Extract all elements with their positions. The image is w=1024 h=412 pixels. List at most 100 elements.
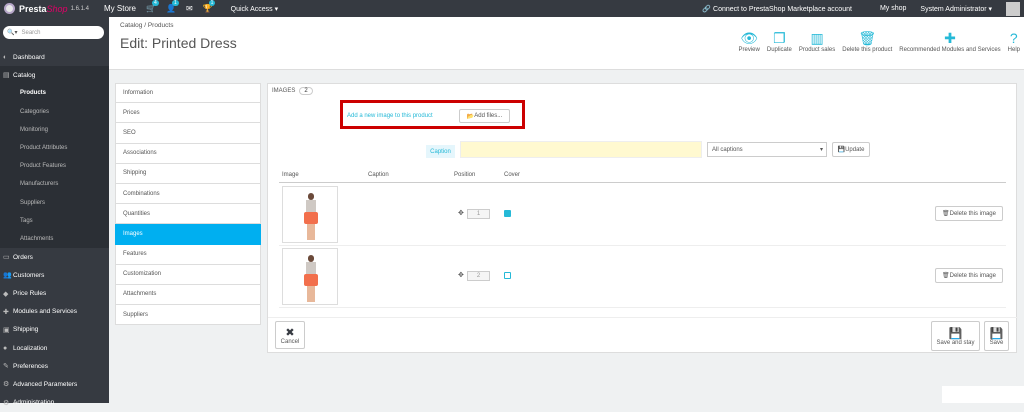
product-image-thumbnail[interactable] <box>282 186 338 243</box>
search-box[interactable]: 🔍▾ Search <box>3 26 104 39</box>
tab-images[interactable]: Images <box>115 224 261 245</box>
prestashop-logo[interactable]: PrestaShop 1.6.1.4 <box>4 3 104 14</box>
model-head <box>308 255 314 262</box>
sidebar-item-orders[interactable]: ▭ Orders <box>0 248 109 266</box>
search-input[interactable]: Search <box>21 30 40 36</box>
add-image-link[interactable]: Add a new image to this product <box>347 113 433 119</box>
drag-handle-icon[interactable]: ✥ <box>458 271 464 279</box>
col-cover: Cover <box>504 172 521 178</box>
admin-menu[interactable]: System Administrator ▾ <box>920 5 992 13</box>
cart-icon[interactable]: 🛒 4 <box>146 0 159 13</box>
sidebar-item-modules-and-services[interactable]: ✚ Modules and Services <box>0 303 109 321</box>
toolbar-help[interactable]: ? Help <box>1008 29 1020 53</box>
tab-shipping[interactable]: Shipping <box>115 163 261 184</box>
sidebar-item-label: Customers <box>13 271 45 279</box>
tab-seo[interactable]: SEO <box>115 123 261 144</box>
drag-handle-icon[interactable]: ✥ <box>458 209 464 217</box>
tab-information[interactable]: Information <box>115 83 261 104</box>
sidebar-item-advanced-parameters[interactable]: ⚙ Advanced Parameters <box>0 375 109 393</box>
save-and-stay-label: Save and stay <box>936 339 975 346</box>
sidebar-subitem-attachments[interactable]: Attachments <box>0 229 109 249</box>
orders-icon: ▭ <box>3 254 10 262</box>
caption-language-select[interactable]: All captions ▾ <box>707 142 827 157</box>
model-skirt <box>304 274 318 286</box>
cover-checkbox[interactable] <box>504 272 511 279</box>
panel-footer-divider <box>268 317 1018 318</box>
help-icon: ? <box>1009 30 1018 46</box>
tab-suppliers[interactable]: Suppliers <box>115 305 261 326</box>
sidebar-item-price-rules[interactable]: ◆ Price Rules <box>0 284 109 302</box>
customers-icon[interactable]: 👤 1 <box>166 0 179 13</box>
toolbar-duplicate[interactable]: ❐ Duplicate <box>767 29 792 53</box>
toolbar-recommended-modules-and-services[interactable]: ✚ Recommended Modules and Services <box>899 29 1000 53</box>
sidebar-subitem-categories[interactable]: Categories <box>0 102 109 121</box>
sidebar-subitem-product-features[interactable]: Product Features <box>0 157 109 176</box>
tab-combinations[interactable]: Combinations <box>115 183 261 205</box>
close-icon: ✖ <box>285 326 295 339</box>
sidebar-subitem-product-attributes[interactable]: Product Attributes <box>0 138 109 158</box>
delete-image-label: Delete this image <box>949 272 996 279</box>
search-icon: 🔍▾ <box>7 30 18 36</box>
model-top <box>306 262 316 274</box>
avatar[interactable] <box>1006 1 1020 16</box>
sidebar-item-dashboard[interactable]: ◐ Dashboard <box>0 48 109 66</box>
sidebar-item-label: Modules and Services <box>13 308 77 316</box>
tab-features[interactable]: Features <box>115 244 261 265</box>
toolbar-product-sales[interactable]: ▥ Product sales <box>799 29 835 53</box>
sidebar-item-label: Dashboard <box>13 53 45 61</box>
update-button[interactable]: 💾 Update <box>832 142 870 157</box>
my-shop-link[interactable]: My shop <box>880 5 906 12</box>
shipping-icon: ▣ <box>3 326 10 334</box>
tab-quantities[interactable]: Quantities <box>115 204 261 225</box>
model-head <box>308 193 314 200</box>
toolbar-preview[interactable]: 👁 Preview <box>739 29 760 53</box>
sidebar-subitem-manufacturers[interactable]: Manufacturers <box>0 175 109 194</box>
sidebar-item-localization[interactable]: ● Localization <box>0 339 109 357</box>
tab-prices[interactable]: Prices <box>115 103 261 124</box>
marketplace-link[interactable]: 🔗 Connect to PrestaShop Marketplace acco… <box>702 5 866 13</box>
sidebar-item-label: Price Rules <box>13 290 47 298</box>
save-button[interactable]: 💾 Save <box>984 321 1009 351</box>
sidebar-subitem-products[interactable]: Products <box>0 84 109 103</box>
col-position: Position <box>454 172 476 178</box>
version: 1.6.1.4 <box>70 5 89 12</box>
customers-badge: 1 <box>171 0 179 6</box>
trophy-icon[interactable]: 🏆 1 <box>203 0 216 13</box>
sidebar-item-preferences[interactable]: ✎ Preferences <box>0 357 109 375</box>
add-files-button[interactable]: 📂 Add files... <box>459 109 510 123</box>
tab-customization[interactable]: Customization <box>115 264 261 285</box>
sidebar-item-customers[interactable]: 👥 Customers <box>0 266 109 284</box>
toolbar-label: Help <box>1007 47 1020 53</box>
product-tabs: Information Prices SEO Associations Shipping… <box>115 83 261 326</box>
tab-attachments[interactable]: Attachments <box>115 284 261 306</box>
caption-input[interactable] <box>460 141 702 158</box>
toolbar-delete-this-product[interactable]: 🗑 Delete this product <box>842 29 892 53</box>
delete-image-button[interactable]: 🗑 Delete this image <box>935 206 1003 221</box>
save-icon: 💾 <box>837 147 846 153</box>
cover-checkbox[interactable] <box>504 210 511 217</box>
table-row: ✥ 2 🗑 Delete this image <box>279 246 1006 308</box>
chevron-down-icon: ▾ <box>819 147 823 153</box>
add-files-label: Add files... <box>474 113 503 119</box>
page-title: Edit: Printed Dress <box>120 35 237 51</box>
save-and-stay-button[interactable]: 💾 Save and stay <box>931 321 980 351</box>
sidebar-item-shipping[interactable]: ▣ Shipping <box>0 321 109 339</box>
store-name[interactable]: My Store <box>104 4 136 13</box>
cancel-label: Cancel <box>280 338 300 345</box>
product-image-thumbnail[interactable] <box>282 248 338 305</box>
dashboard-icon: ◐ <box>3 53 8 61</box>
sidebar-subitem-monitoring[interactable]: Monitoring <box>0 120 109 139</box>
messages-icon[interactable]: ✉ <box>186 4 193 13</box>
sidebar-subitem-tags[interactable]: Tags <box>0 211 109 230</box>
sidebar-item-catalog[interactable]: ▤ Catalog <box>0 66 109 85</box>
quick-access-menu[interactable]: Quick Access ▾ <box>231 5 278 13</box>
tab-associations[interactable]: Associations <box>115 143 261 164</box>
folder-icon: 📂 <box>466 113 475 120</box>
cancel-button[interactable]: ✖ Cancel <box>275 321 305 349</box>
delete-image-button[interactable]: 🗑 Delete this image <box>935 268 1003 283</box>
col-image: Image <box>282 172 299 178</box>
breadcrumb[interactable]: Catalog / Products <box>120 22 173 29</box>
panel-heading: IMAGES 2 <box>272 87 313 95</box>
sidebar-subitem-suppliers[interactable]: Suppliers <box>0 193 109 212</box>
model-legs <box>307 224 315 240</box>
